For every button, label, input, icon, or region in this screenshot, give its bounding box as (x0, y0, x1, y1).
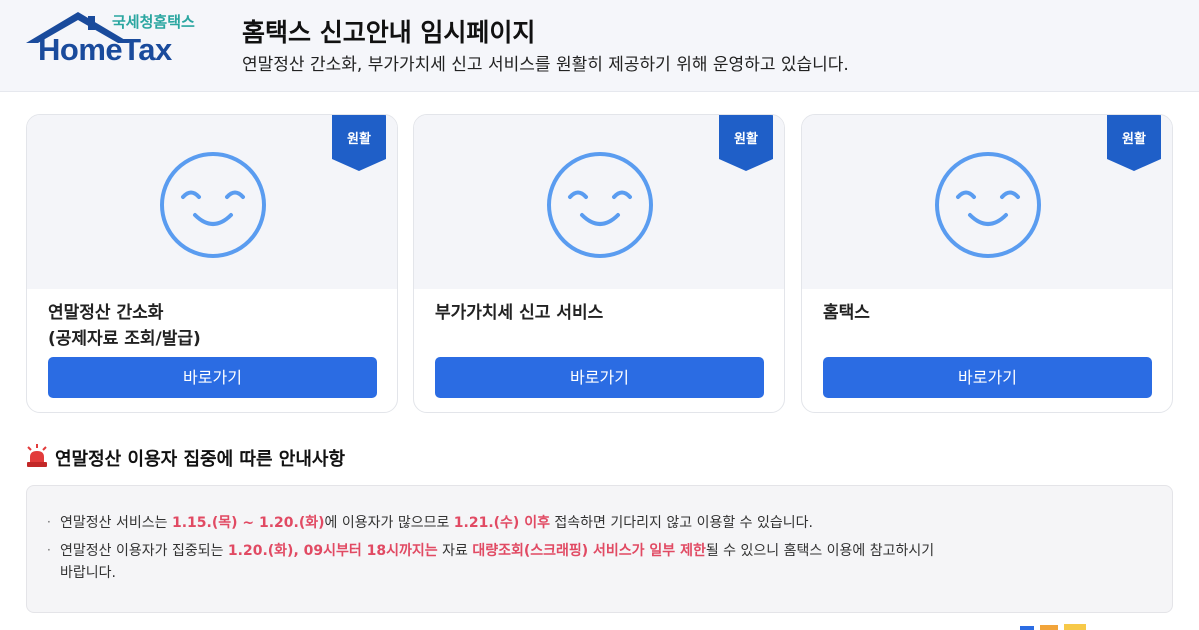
go-button-hometax[interactable]: 바로가기 (823, 357, 1152, 398)
logo-main-text: HomeTax (38, 32, 172, 67)
notice-highlight: 대량조회(스크래핑) 서비스가 일부 제한 (472, 543, 706, 559)
notice-item: · 연말정산 서비스는 1.15.(목) ~ 1.20.(화)에 이용자가 많으… (47, 512, 1147, 534)
service-card-hometax: 원활 홈택스 바로가기 (801, 114, 1173, 413)
notice-text-part: 연말정산 이용자가 집중되는 (60, 543, 228, 559)
alarm-siren-icon (27, 444, 47, 467)
card-title-line1: 홈택스 (823, 303, 870, 323)
bullet: · (47, 515, 51, 529)
notice-highlight: 1.21.(수) 이후 (453, 515, 550, 531)
smile-icon (935, 152, 1041, 258)
card-title-line1: 부가가치세 신고 서비스 (435, 303, 604, 323)
page-description: 연말정산 간소화, 부가가치세 신고 서비스를 원활히 제공하기 위해 운영하고… (242, 55, 849, 75)
card-status-area: 원활 (802, 115, 1172, 289)
service-card-vat: 원활 부가가치세 신고 서비스 바로가기 (413, 114, 785, 413)
notice-text: 연말정산 이용자가 집중되는 1.20.(화), 09시부터 18시까지는 자료… (47, 540, 1147, 584)
card-title-line2: (공제자료 조회/발급) (48, 329, 201, 349)
hometax-logo[interactable]: 국세청홈택스 HomeTax (26, 10, 204, 68)
notice-box: · 연말정산 서비스는 1.15.(목) ~ 1.20.(화)에 이용자가 많으… (26, 485, 1173, 613)
service-card-yearend: 원활 연말정산 간소화 (공제자료 조회/발급) 바로가기 (26, 114, 398, 413)
notice-highlight: 1.20.(화), 09시부터 18시까지는 (227, 543, 438, 559)
notice-item: · 연말정산 이용자가 집중되는 1.20.(화), 09시부터 18시까지는 … (47, 540, 1147, 584)
notice-text-part: 바랍니다. (60, 565, 116, 581)
decorative-graphic (1020, 624, 1086, 630)
notice-text-part: 연말정산 서비스는 (60, 515, 172, 531)
page-title: 홈택스 신고안내 임시페이지 (242, 18, 536, 47)
go-button-yearend[interactable]: 바로가기 (48, 357, 377, 398)
status-badge: 원활 (1122, 132, 1146, 147)
notice-text-part: 에 이용자가 많으므로 (324, 515, 454, 531)
bullet: · (47, 543, 51, 557)
smile-icon (160, 152, 266, 258)
card-title: 연말정산 간소화 (공제자료 조회/발급) (48, 300, 201, 352)
logo-sub-text: 국세청홈택스 (112, 13, 195, 31)
card-title-line1: 연말정산 간소화 (48, 303, 164, 323)
card-status-area: 원활 (414, 115, 784, 289)
notice-text: 연말정산 서비스는 1.15.(목) ~ 1.20.(화)에 이용자가 많으므로… (47, 512, 1147, 534)
notice-text-part: 자료 (437, 543, 473, 559)
go-button-vat[interactable]: 바로가기 (435, 357, 764, 398)
card-status-area: 원활 (27, 115, 397, 289)
page-header: 국세청홈택스 HomeTax 홈택스 신고안내 임시페이지 연말정산 간소화, … (0, 0, 1199, 92)
card-title: 부가가치세 신고 서비스 (435, 300, 603, 326)
status-badge: 원활 (347, 132, 371, 147)
notice-title: 연말정산 이용자 집중에 따른 안내사항 (55, 449, 346, 470)
notice-highlight: 1.15.(목) ~ 1.20.(화) (171, 515, 325, 531)
notice-text-part: 될 수 있으니 홈택스 이용에 참고하시기 (705, 543, 935, 559)
notice-text-part: 접속하면 기다리지 않고 이용할 수 있습니다. (549, 515, 813, 531)
card-title: 홈택스 (823, 300, 870, 326)
status-badge: 원활 (734, 132, 758, 147)
smile-icon (547, 152, 653, 258)
